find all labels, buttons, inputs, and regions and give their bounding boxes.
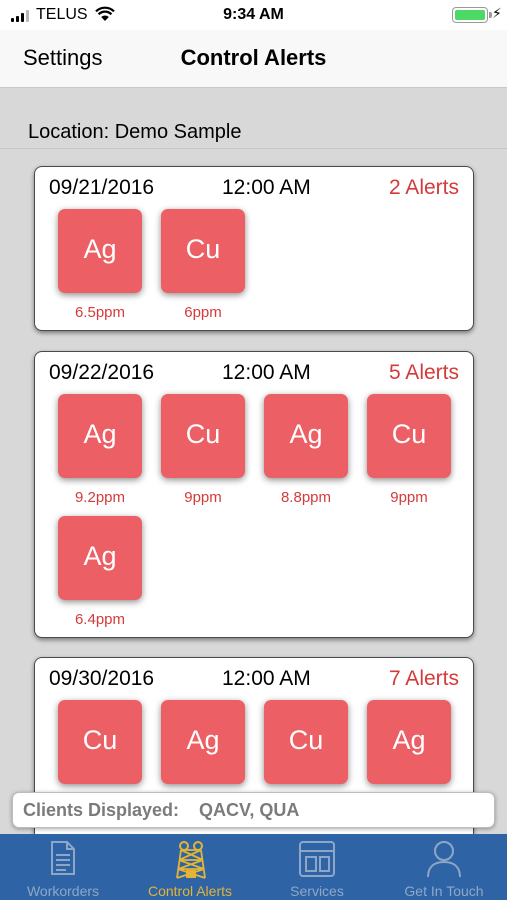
- alert-card[interactable]: 09/21/2016 12:00 AM 2 Alerts Ag 6.5ppm C…: [34, 166, 474, 331]
- card-alert-count: 7 Alerts: [388, 667, 459, 690]
- person-icon: [427, 841, 461, 878]
- element-symbol: Ag: [367, 700, 451, 784]
- tab-bar: Workorders Control Alerts Services Get I…: [0, 834, 507, 900]
- element-symbol: Ag: [264, 394, 348, 478]
- element-symbol: Cu: [161, 209, 245, 293]
- tab-label: Workorders: [26, 883, 100, 899]
- element-symbol: Cu: [161, 394, 245, 478]
- element-symbol: Ag: [161, 700, 245, 784]
- element-tile[interactable]: Ag 6.4ppm: [58, 516, 142, 628]
- element-symbol: Cu: [367, 394, 451, 478]
- element-tile[interactable]: Ag 9.2ppm: [58, 394, 142, 506]
- alerts-scroll-area[interactable]: Location: Demo Sample 09/21/2016 12:00 A…: [0, 88, 507, 834]
- element-tile[interactable]: Cu: [58, 700, 142, 784]
- charging-icon: ⚡: [492, 5, 502, 21]
- card-date: 09/22/2016: [49, 361, 155, 384]
- mine-headframe-icon: [176, 841, 206, 879]
- card-date: 09/30/2016: [49, 667, 155, 690]
- element-value: 6.4ppm: [74, 611, 126, 628]
- card-alert-count: 2 Alerts: [388, 176, 459, 199]
- element-tile[interactable]: Ag: [161, 700, 245, 784]
- element-value: 9ppm: [390, 489, 428, 506]
- location-label: Location: Demo Sample: [28, 121, 242, 143]
- status-time: 9:34 AM: [223, 6, 284, 23]
- tab-label: Get In Touch: [404, 883, 484, 899]
- location-header: Location: Demo Sample: [0, 119, 507, 149]
- settings-button[interactable]: Settings: [23, 45, 103, 71]
- element-tile[interactable]: Cu 6ppm: [161, 209, 245, 321]
- card-alert-count: 5 Alerts: [388, 361, 459, 384]
- battery-icon: [452, 7, 492, 23]
- tab-label: Services: [290, 883, 344, 899]
- clients-displayed-bar[interactable]: Clients Displayed: QACV, QUA: [12, 792, 495, 828]
- element-tile[interactable]: Ag 8.8ppm: [264, 394, 348, 506]
- card-date: 09/21/2016: [49, 176, 155, 199]
- tab-services[interactable]: Services: [254, 834, 381, 900]
- card-time: 12:00 AM: [222, 667, 311, 690]
- element-tile[interactable]: Ag: [367, 700, 451, 784]
- navigation-bar: Control Alerts Settings: [0, 30, 507, 88]
- card-time: 12:00 AM: [222, 176, 311, 199]
- clients-value: QACV, QUA: [199, 800, 300, 820]
- element-tile[interactable]: Ag 6.5ppm: [58, 209, 142, 321]
- layout-icon: [299, 841, 335, 877]
- tab-get-in-touch[interactable]: Get In Touch: [381, 834, 507, 900]
- element-symbol: Cu: [264, 700, 348, 784]
- clients-label: Clients Displayed:: [23, 800, 180, 820]
- alert-card[interactable]: 09/22/2016 12:00 AM 5 Alerts Ag 9.2ppm C…: [34, 351, 474, 638]
- element-tile[interactable]: Cu 9ppm: [161, 394, 245, 506]
- tab-workorders[interactable]: Workorders: [0, 834, 127, 900]
- element-symbol: Ag: [58, 209, 142, 293]
- document-icon: [51, 841, 75, 875]
- card-time: 12:00 AM: [222, 361, 311, 384]
- element-value: 6ppm: [184, 304, 222, 321]
- element-tile[interactable]: Cu: [264, 700, 348, 784]
- element-symbol: Ag: [58, 516, 142, 600]
- element-symbol: Cu: [58, 700, 142, 784]
- tab-label: Control Alerts: [147, 883, 233, 899]
- element-symbol: Ag: [58, 394, 142, 478]
- tab-control-alerts[interactable]: Control Alerts: [127, 834, 254, 900]
- status-bar: TELUS 9:34 AM ⚡: [0, 0, 507, 30]
- element-tile[interactable]: Cu 9ppm: [367, 394, 451, 506]
